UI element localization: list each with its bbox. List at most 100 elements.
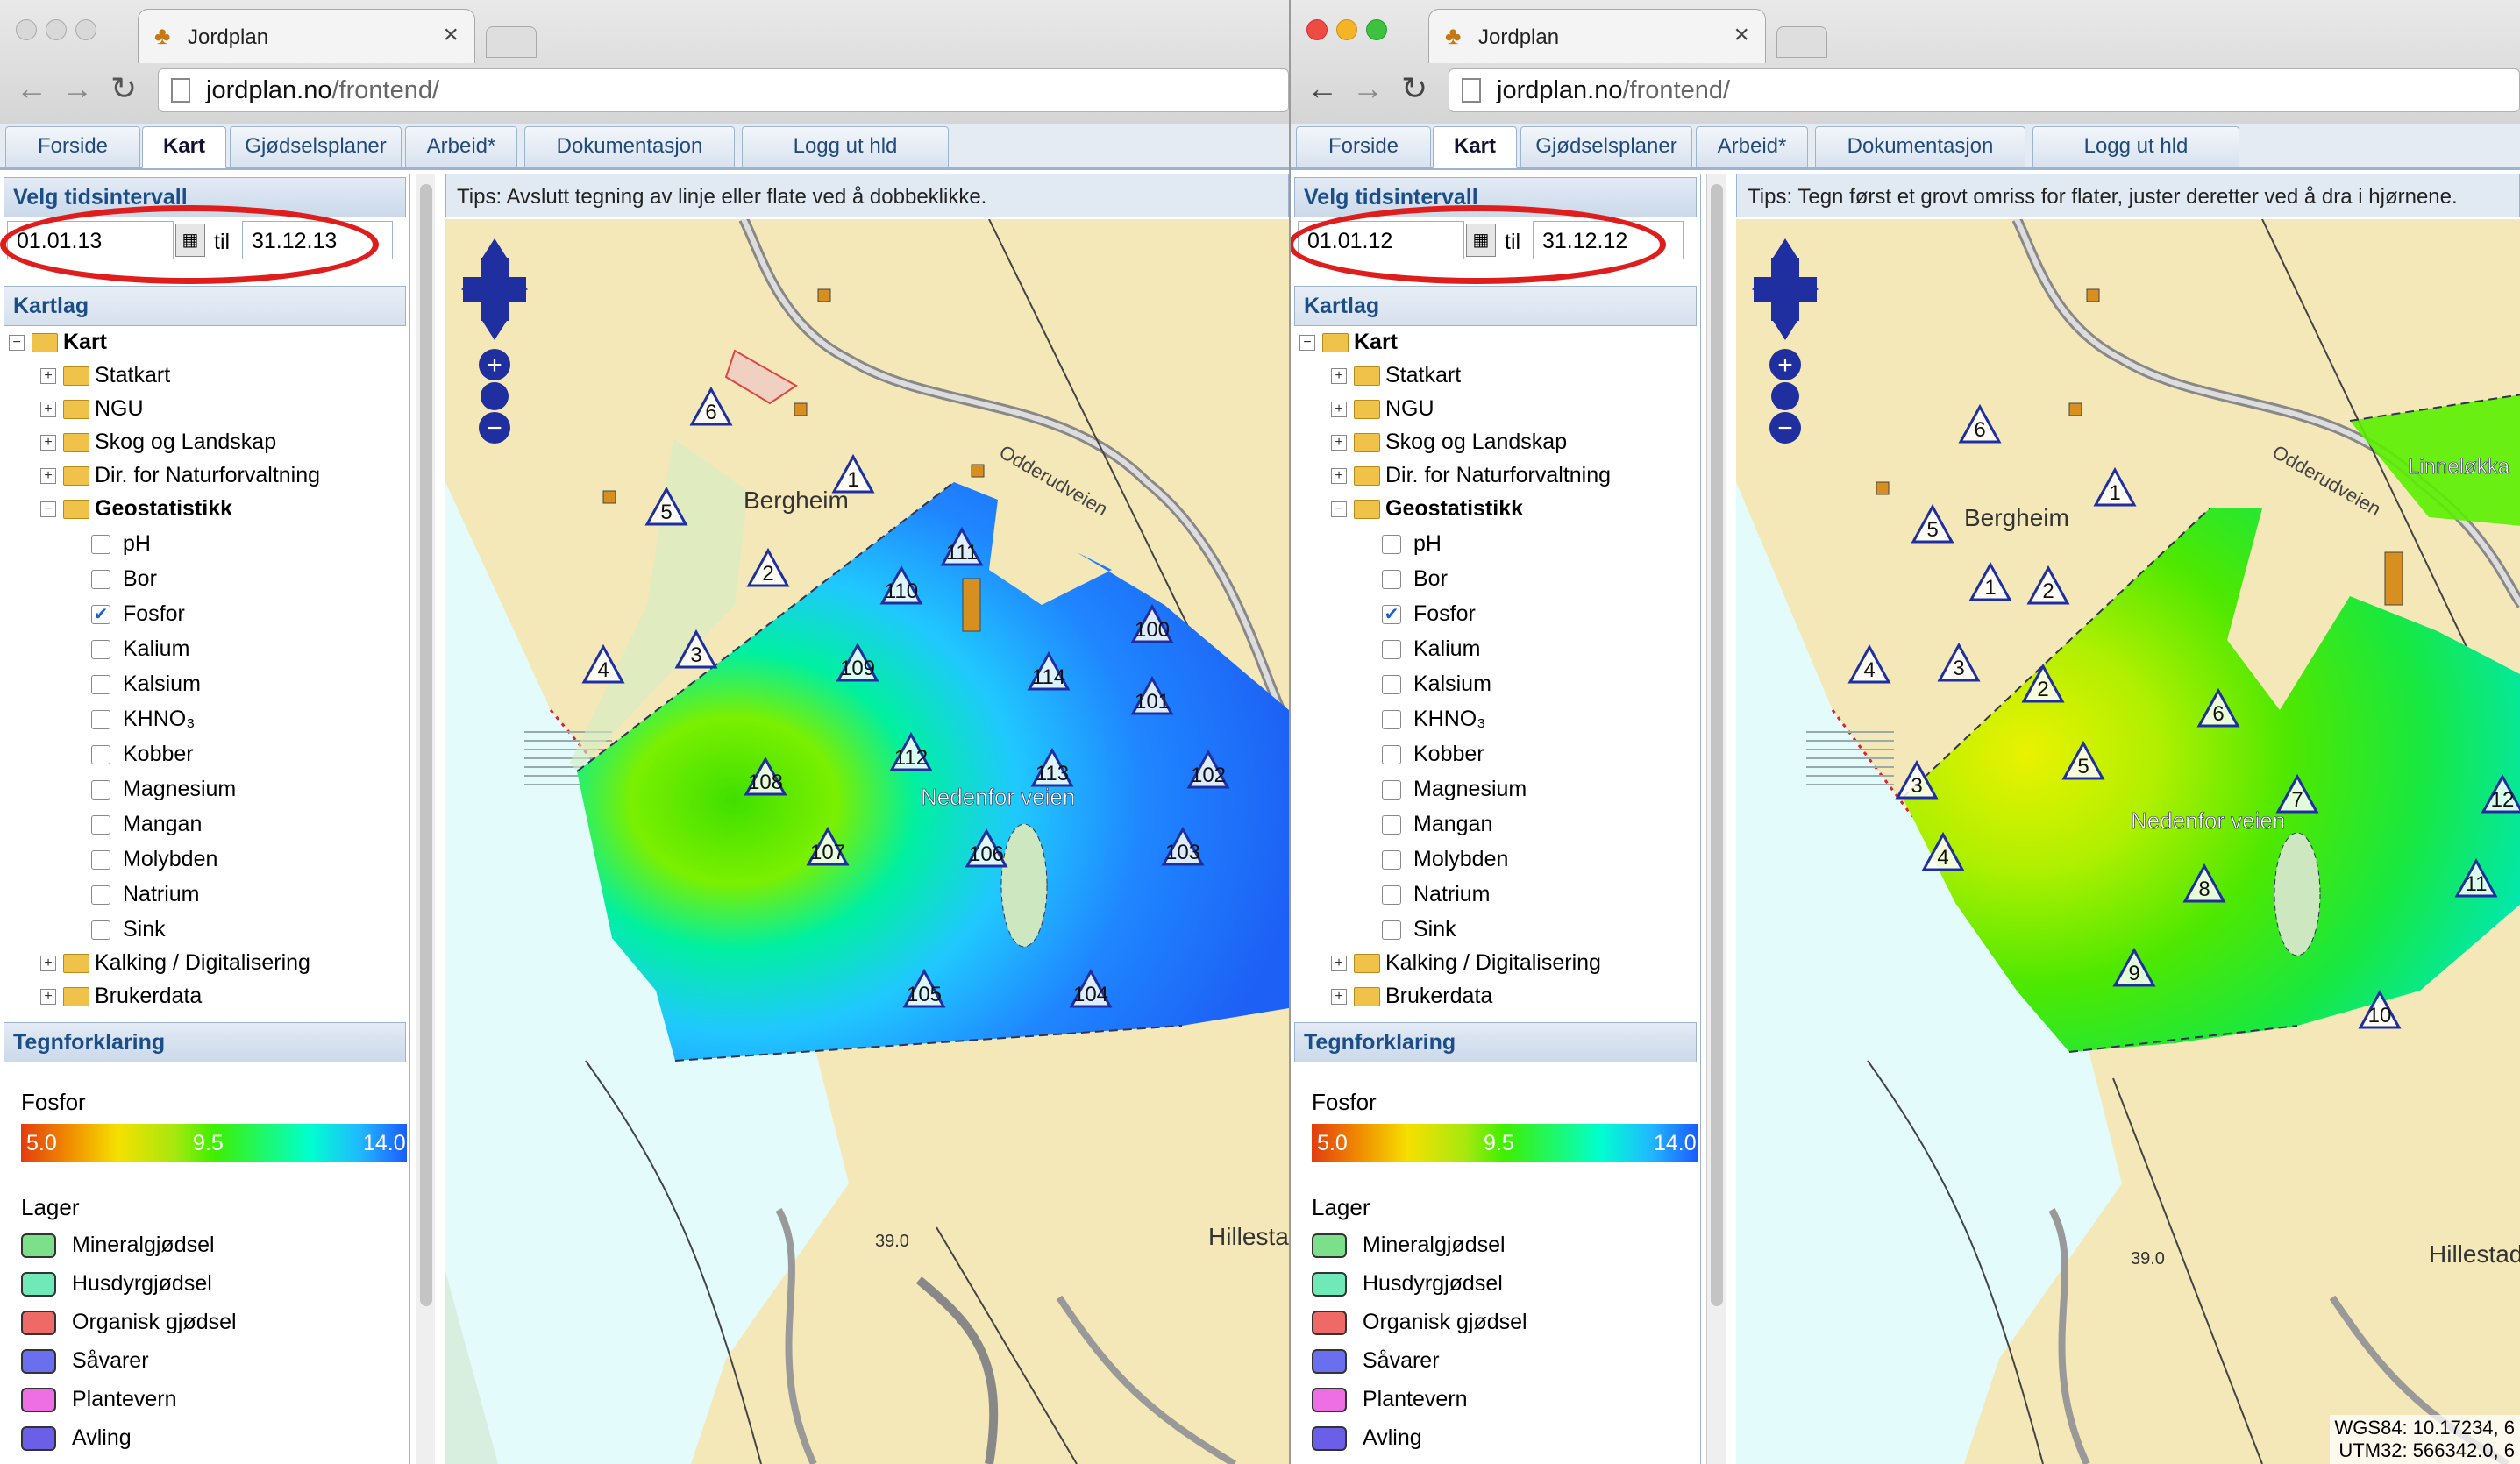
collapse-icon[interactable]: −	[1299, 335, 1315, 352]
close-window-button[interactable]	[16, 19, 37, 40]
map-canvas[interactable]: Bergheim Odderudveien Nedenfor veien Hil…	[445, 219, 1289, 1464]
tree-node-ngu[interactable]: + NGU	[1331, 396, 1434, 430]
minimize-window-button[interactable]	[1336, 19, 1357, 40]
expand-icon[interactable]: +	[1331, 989, 1347, 1006]
tree-node-brukerdata[interactable]: + Brukerdata	[1331, 984, 1492, 1017]
tree-node-skog[interactable]: + Skog og Landskap	[1331, 430, 1567, 463]
calendar-icon[interactable]: ▦	[175, 224, 205, 257]
layer-checkbox-fosfor[interactable]: ✔ Fosfor	[1382, 601, 1476, 635]
tab-dokumentasjon[interactable]: Dokumentasjon	[1815, 126, 2025, 168]
calendar-icon[interactable]: ▦	[1466, 224, 1496, 257]
layer-checkbox-natrium[interactable]: Natrium	[91, 882, 200, 915]
layer-checkbox-magnesium[interactable]: Magnesium	[1382, 777, 1527, 810]
expand-icon[interactable]: +	[1331, 435, 1347, 451]
layer-checkbox-mangan[interactable]: Mangan	[91, 812, 202, 845]
tree-node-ngu[interactable]: + NGU	[40, 396, 144, 430]
expand-icon[interactable]: +	[1331, 368, 1347, 385]
new-tab-button[interactable]	[486, 26, 537, 58]
tab-logg-ut[interactable]: Logg ut hld	[2032, 126, 2239, 168]
layer-checkbox-magnesium[interactable]: Magnesium	[91, 777, 236, 810]
tree-node-geostatistikk[interactable]: − Geostatistikk	[1331, 496, 1523, 529]
minimize-window-button[interactable]	[46, 19, 67, 40]
tree-node-statkart[interactable]: + Statkart	[40, 363, 170, 396]
date-from-input[interactable]: 01.01.13	[7, 221, 174, 259]
layer-checkbox-kalsium[interactable]: Kalsium	[91, 672, 201, 705]
layer-checkbox-molybden[interactable]: Molybden	[1382, 847, 1508, 880]
tab-dokumentasjon[interactable]: Dokumentasjon	[524, 126, 735, 168]
expand-icon[interactable]: +	[40, 402, 56, 418]
browser-tab[interactable]: ♣ Jordplan ×	[1428, 9, 1766, 63]
layer-checkbox-fosfor[interactable]: ✔ Fosfor	[91, 601, 185, 635]
forward-arrow-icon[interactable]: →	[61, 70, 93, 107]
layer-checkbox-kalsium[interactable]: Kalsium	[1382, 672, 1491, 705]
reload-icon[interactable]: ↻	[110, 70, 137, 107]
address-bar[interactable]: jordplan.no/frontend/	[1449, 68, 2520, 112]
map-svg[interactable]: Bergheim Odderudveien Linneløkka Nedenfo…	[1736, 219, 2520, 1464]
sidebar-scrollbar[interactable]	[416, 174, 435, 1464]
collapse-icon[interactable]: −	[40, 501, 56, 518]
pan-control-icon[interactable]	[1752, 238, 1819, 340]
zoom-window-button[interactable]	[1366, 19, 1387, 40]
browser-tab[interactable]: ♣ Jordplan ×	[138, 9, 475, 63]
tab-gjodselsplaner[interactable]: Gjødselsplaner	[1520, 126, 1692, 168]
expand-icon[interactable]: +	[40, 989, 56, 1006]
layer-checkbox-sink[interactable]: Sink	[91, 917, 166, 950]
close-tab-icon[interactable]: ×	[1733, 20, 1749, 50]
layer-checkbox-sink[interactable]: Sink	[1382, 917, 1456, 950]
layer-checkbox-kobber[interactable]: Kobber	[1382, 742, 1484, 775]
tree-node-statkart[interactable]: + Statkart	[1331, 363, 1461, 396]
globe-icon[interactable]	[1771, 382, 1799, 410]
date-to-input[interactable]: 31.12.13	[242, 221, 393, 259]
close-tab-icon[interactable]: ×	[443, 20, 459, 50]
tree-node-kart[interactable]: − Kart	[9, 330, 107, 363]
map-canvas[interactable]: Bergheim Odderudveien Linneløkka Nedenfo…	[1736, 219, 2520, 1464]
map-svg[interactable]: Bergheim Odderudveien Nedenfor veien Hil…	[445, 219, 1289, 1464]
checkmark-icon[interactable]: ✔	[91, 605, 110, 625]
checkmark-icon[interactable]: ✔	[1382, 605, 1401, 625]
layer-checkbox-ph[interactable]: pH	[91, 531, 151, 565]
pan-control-icon[interactable]	[461, 238, 528, 340]
forward-arrow-icon[interactable]: →	[1352, 70, 1384, 107]
reload-icon[interactable]: ↻	[1401, 70, 1427, 107]
zoom-out-icon[interactable]: −	[1769, 412, 1801, 444]
tree-node-kalking[interactable]: + Kalking / Digitalisering	[40, 950, 310, 984]
tree-node-brukerdata[interactable]: + Brukerdata	[40, 984, 202, 1017]
tab-forside[interactable]: Forside	[1296, 126, 1431, 168]
layer-checkbox-kalium[interactable]: Kalium	[91, 636, 189, 670]
tree-node-kalking[interactable]: + Kalking / Digitalisering	[1331, 950, 1601, 984]
layer-checkbox-natrium[interactable]: Natrium	[1382, 882, 1491, 915]
sidebar-scrollbar[interactable]	[1706, 174, 1726, 1464]
address-bar[interactable]: jordplan.no/frontend/	[158, 68, 1289, 112]
tree-node-geostatistikk[interactable]: − Geostatistikk	[40, 496, 232, 529]
layer-checkbox-mangan[interactable]: Mangan	[1382, 812, 1492, 845]
expand-icon[interactable]: +	[1331, 956, 1347, 972]
tab-kart[interactable]: Kart	[142, 126, 226, 168]
zoom-out-icon[interactable]: −	[479, 412, 510, 444]
expand-icon[interactable]: +	[40, 435, 56, 451]
tab-gjodselsplaner[interactable]: Gjødselsplaner	[230, 126, 402, 168]
tree-node-dir-naturforvaltning[interactable]: + Dir. for Naturforvaltning	[40, 463, 320, 496]
tree-node-kart[interactable]: − Kart	[1299, 330, 1398, 363]
expand-icon[interactable]: +	[40, 368, 56, 385]
zoom-in-icon[interactable]: +	[479, 349, 510, 380]
layer-checkbox-kalium[interactable]: Kalium	[1382, 636, 1480, 670]
back-arrow-icon[interactable]: ←	[16, 70, 47, 107]
collapse-icon[interactable]: −	[1331, 501, 1347, 518]
date-to-input[interactable]: 31.12.12	[1533, 221, 1684, 259]
expand-icon[interactable]: +	[40, 956, 56, 972]
layer-checkbox-bor[interactable]: Bor	[91, 566, 157, 600]
tree-node-dir-naturforvaltning[interactable]: + Dir. for Naturforvaltning	[1331, 463, 1611, 496]
tab-arbeid[interactable]: Arbeid*	[1696, 126, 1808, 168]
layer-checkbox-ph[interactable]: pH	[1382, 531, 1442, 565]
zoom-in-icon[interactable]: +	[1769, 349, 1801, 380]
layer-checkbox-khno3[interactable]: KHNO₃	[91, 707, 195, 740]
tab-forside[interactable]: Forside	[5, 126, 140, 168]
zoom-window-button[interactable]	[75, 19, 96, 40]
close-window-button[interactable]	[1306, 19, 1328, 40]
tab-kart[interactable]: Kart	[1433, 126, 1517, 168]
expand-icon[interactable]: +	[1331, 468, 1347, 485]
layer-checkbox-kobber[interactable]: Kobber	[91, 742, 194, 775]
expand-icon[interactable]: +	[1331, 402, 1347, 418]
tab-logg-ut[interactable]: Logg ut hld	[742, 126, 949, 168]
layer-checkbox-khno3[interactable]: KHNO₃	[1382, 707, 1485, 740]
